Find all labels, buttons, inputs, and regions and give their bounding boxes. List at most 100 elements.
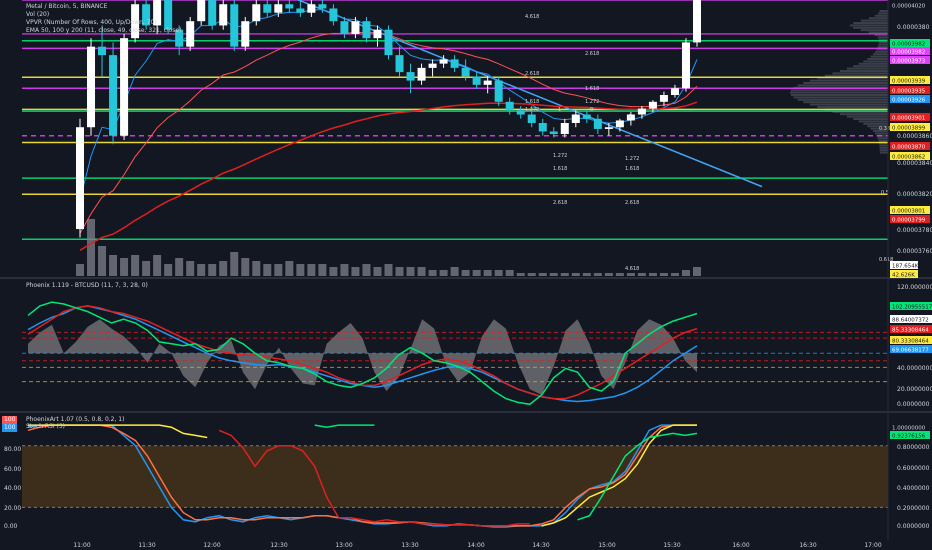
volume-profile-bar	[874, 132, 888, 135]
candle-body	[693, 0, 701, 43]
volume-profile-bar	[868, 17, 888, 20]
price-badge-label: 0.00004020	[892, 4, 926, 10]
volume-bar	[615, 273, 624, 276]
volume-profile-bar	[879, 10, 888, 12]
volume-bar	[516, 273, 525, 276]
time-tick-label: 13:00	[335, 542, 352, 549]
phoenix-title: Phoenix 1.119 - BTCUSD (11, 7, 3, 28, 0)	[26, 282, 148, 289]
volume-bar	[670, 273, 679, 276]
phoenix-art-value-label: 0.92376156	[892, 434, 926, 440]
phoenix-value-label: 102.20955517	[892, 305, 932, 311]
volume-profile-bar	[790, 89, 888, 92]
fib-label: 1.272	[525, 107, 539, 113]
volume-profile-bar	[809, 103, 888, 106]
time-tick-label: 12:30	[270, 542, 287, 549]
time-tick-label: 16:00	[732, 542, 749, 549]
price-badge-label: 0.00003982	[892, 42, 925, 48]
candle-body	[186, 21, 195, 47]
volume-profile-bar	[879, 151, 888, 154]
price-badge-label: 0.00003799	[892, 218, 926, 224]
time-tick-label: 15:00	[598, 542, 615, 549]
badge-red: 100	[2, 416, 18, 424]
volume-bar	[252, 261, 261, 276]
volume-profile-bar	[803, 82, 888, 84]
vol-line: Vol (20)	[26, 11, 50, 18]
candle-body	[461, 67, 470, 77]
price-tick-label: 0.00003860	[897, 133, 932, 140]
volume-bar	[472, 270, 481, 276]
volume-bar	[681, 270, 690, 276]
candle-body	[538, 123, 547, 132]
candle-body	[505, 101, 514, 111]
volume-profile-bar	[878, 43, 888, 46]
volume-bar	[318, 264, 327, 276]
price-badge-label: 0.00003801	[892, 209, 925, 215]
volume-profile-bar	[874, 50, 888, 53]
volume-bar	[362, 264, 371, 276]
volume-bar	[120, 258, 129, 276]
trading-chart: 4.6182.6182.6181.6181.618 1.2721.272 1 001.…	[0, 0, 932, 550]
fib-label: 1.618	[525, 99, 539, 105]
candle-body	[76, 127, 84, 230]
volume-bar	[406, 267, 415, 276]
time-tick-label: 12:00	[203, 542, 220, 549]
volume-bar	[219, 261, 228, 276]
candle-body	[252, 4, 261, 22]
volume-profile-bar	[878, 41, 888, 44]
volume-profile-bar	[858, 62, 888, 65]
candle-body	[340, 21, 349, 34]
volume-profile-bar	[863, 122, 888, 125]
candle-body	[241, 21, 250, 47]
phoenix-tick-label: 20.0000000	[897, 386, 932, 393]
candle-body	[351, 21, 360, 34]
volume-profile-bar	[877, 36, 888, 39]
volume-bar	[593, 273, 602, 276]
volume-profile-bar	[832, 72, 888, 75]
candle-body	[549, 131, 558, 135]
volume-profile-bar	[793, 96, 888, 99]
phoenix-art-tick-label: 0.8000000	[897, 444, 930, 451]
volume-profile-bar	[809, 79, 888, 82]
volume-profile-bar	[853, 22, 888, 24]
candle-body	[670, 88, 679, 96]
candle-body	[329, 8, 338, 22]
volume-bar	[450, 267, 459, 276]
left-tick-label: 0.00	[4, 523, 18, 530]
phoenix-tick-label: 40.0000000	[897, 365, 932, 372]
volume-bar	[560, 273, 569, 276]
volume-bar	[186, 261, 195, 276]
price-badge-label: 0.00003870	[892, 145, 926, 151]
price-tick-label: 0.00003760	[897, 248, 932, 255]
volume-profile-bar	[877, 137, 888, 140]
candle-body	[219, 4, 228, 26]
fib-label: 2.618	[525, 71, 539, 77]
volume-profile-bar	[868, 31, 888, 34]
fib-label: 2.618	[625, 200, 639, 206]
volume-badge-label: 187.654K	[892, 264, 919, 270]
volume-bar	[153, 255, 162, 276]
time-tick-label: 11:30	[138, 542, 155, 549]
time-tick-label: 14:00	[467, 542, 484, 549]
candle-body	[395, 55, 404, 73]
volume-bar	[439, 270, 448, 276]
candle-body	[648, 101, 657, 109]
price-tick-label: 0.00003820	[897, 191, 932, 198]
candle-body	[472, 76, 481, 85]
stoch-title: Stoch RSI (3)	[26, 423, 65, 430]
candle-body	[604, 127, 613, 129]
fib-label: 2.618	[585, 51, 599, 57]
volume-bar	[307, 264, 316, 276]
volume-profile-bar	[879, 146, 888, 149]
phoenix-art-tick-label: 0.0000000	[897, 523, 930, 530]
volume-bar	[395, 267, 404, 276]
fib-label: 1.272	[585, 99, 599, 105]
volume-bar	[461, 270, 470, 276]
volume-profile-bar	[873, 53, 888, 56]
candle-body	[296, 8, 305, 13]
candle-body	[285, 4, 294, 9]
volume-bar	[197, 264, 206, 276]
volume-profile-bar	[846, 115, 888, 118]
volume-bar	[483, 270, 492, 276]
time-tick-label: 17:00	[864, 542, 881, 549]
volume-profile-bar	[870, 55, 888, 58]
